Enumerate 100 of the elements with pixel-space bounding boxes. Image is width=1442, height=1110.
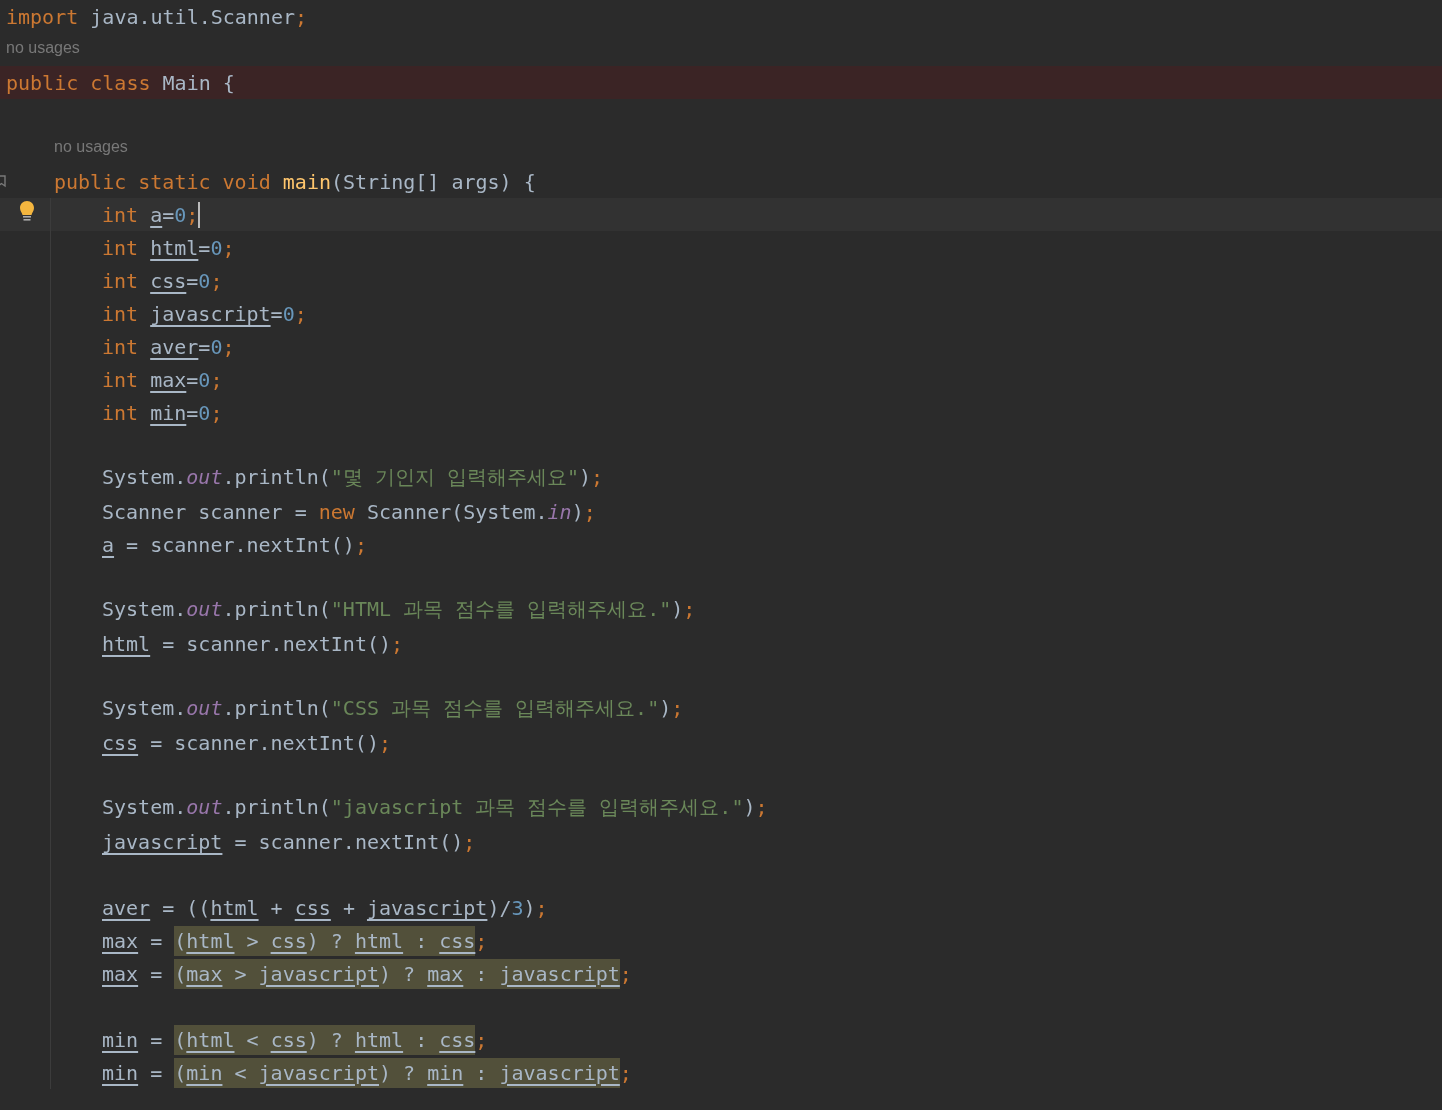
variable-name: max bbox=[186, 961, 223, 986]
semicolon: ; bbox=[186, 202, 199, 227]
semicolon: ; bbox=[222, 235, 235, 260]
code-keyword: int bbox=[102, 334, 139, 359]
code-keyword: int bbox=[102, 301, 139, 326]
variable-name: css bbox=[294, 895, 331, 920]
number-literal: 3 bbox=[511, 895, 524, 920]
code-text: .println( bbox=[222, 465, 331, 489]
semicolon: ; bbox=[210, 400, 223, 425]
semicolon: ; bbox=[619, 1060, 632, 1085]
field-name: out bbox=[186, 795, 223, 819]
semicolon: ; bbox=[671, 696, 684, 720]
code-text: = scanner.nextInt() bbox=[150, 730, 379, 755]
code-text: = bbox=[150, 1060, 163, 1085]
code-text: System. bbox=[102, 597, 187, 621]
semicolon: ; bbox=[463, 829, 476, 854]
variable-name: html bbox=[186, 928, 235, 953]
variable-name: javascript bbox=[366, 895, 488, 920]
code-text: = scanner.nextInt() bbox=[126, 532, 355, 557]
variable-name: javascript bbox=[499, 1060, 620, 1085]
variable-name: html bbox=[354, 928, 404, 953]
code-text: ) bbox=[571, 499, 584, 524]
semicolon: ; bbox=[475, 1027, 488, 1052]
number-literal: 0 bbox=[198, 367, 211, 392]
semicolon: ; bbox=[294, 301, 307, 326]
variable-name: min bbox=[427, 1060, 464, 1085]
code-text: ( bbox=[174, 961, 187, 986]
code-text: = bbox=[186, 367, 199, 392]
string-literal: "CSS 과목 점수를 입력해주세요." bbox=[330, 696, 660, 720]
code-text: ) bbox=[523, 895, 536, 920]
variable-name: max bbox=[150, 367, 187, 392]
variable-name: min bbox=[150, 400, 187, 425]
code-text: + bbox=[270, 895, 283, 920]
code-keyword: int bbox=[102, 268, 139, 293]
code-keyword: int bbox=[102, 202, 139, 227]
code-text: ) bbox=[671, 597, 684, 621]
variable-name: css bbox=[150, 268, 187, 293]
code-keyword: int bbox=[102, 367, 139, 392]
code-keyword: int bbox=[102, 400, 139, 425]
code-text: + bbox=[342, 895, 355, 920]
lightbulb-icon[interactable] bbox=[20, 201, 34, 223]
code-text: ) ? bbox=[306, 1027, 343, 1052]
variable-name: a bbox=[102, 532, 115, 557]
code-text: = bbox=[150, 961, 163, 986]
semicolon: ; bbox=[475, 928, 488, 953]
variable-name: min bbox=[102, 1027, 139, 1052]
code-keyword: public static void bbox=[54, 169, 271, 194]
semicolon: ; bbox=[354, 532, 367, 557]
code-text: = bbox=[150, 1027, 163, 1052]
variable-name: css bbox=[270, 1027, 307, 1052]
code-text: < bbox=[246, 1027, 259, 1052]
code-text: )/ bbox=[487, 895, 512, 920]
code-text: = bbox=[186, 268, 199, 293]
semicolon: ; bbox=[683, 597, 696, 621]
number-literal: 0 bbox=[174, 202, 187, 227]
gutter-marker-icon[interactable] bbox=[0, 175, 6, 189]
usages-hint: no usages bbox=[54, 138, 128, 155]
code-text: ) ? bbox=[306, 928, 343, 953]
semicolon: ; bbox=[210, 268, 223, 293]
code-keyword: import bbox=[6, 4, 79, 29]
code-text: ( bbox=[174, 1027, 187, 1052]
code-text: Scanner scanner = bbox=[102, 499, 307, 524]
code-text: = bbox=[186, 400, 199, 425]
code-text: = bbox=[198, 334, 211, 359]
string-literal: "HTML 과목 점수를 입력해주세요." bbox=[330, 597, 672, 621]
variable-name: css bbox=[102, 730, 139, 755]
variable-name: css bbox=[439, 1027, 476, 1052]
code-text: = bbox=[150, 928, 163, 953]
code-text: = bbox=[162, 202, 175, 227]
variable-name: javascript bbox=[258, 961, 379, 986]
code-text: ) bbox=[578, 465, 591, 489]
variable-name: javascript bbox=[258, 1060, 379, 1085]
code-text: = (( bbox=[162, 895, 211, 920]
method-name: main bbox=[282, 169, 331, 194]
variable-name: html bbox=[354, 1027, 404, 1052]
code-text: = scanner.nextInt() bbox=[162, 631, 391, 656]
variable-name: html bbox=[210, 895, 259, 920]
variable-name: css bbox=[439, 928, 476, 953]
field-name: in bbox=[547, 499, 572, 524]
number-literal: 0 bbox=[210, 334, 223, 359]
variable-name: a bbox=[150, 202, 163, 227]
usages-hint: no usages bbox=[6, 39, 80, 56]
code-text: ) ? bbox=[379, 961, 416, 986]
variable-name: aver bbox=[150, 334, 199, 359]
semicolon: ; bbox=[535, 895, 548, 920]
code-text: ) ? bbox=[379, 1060, 416, 1085]
code-keyword: int bbox=[102, 235, 139, 260]
field-name: out bbox=[186, 597, 223, 621]
variable-name: css bbox=[270, 928, 307, 953]
code-keyword: new bbox=[318, 499, 355, 524]
variable-name: javascript bbox=[499, 961, 620, 986]
variable-name: html bbox=[102, 631, 151, 656]
field-name: out bbox=[186, 696, 223, 720]
number-literal: 0 bbox=[282, 301, 295, 326]
number-literal: 0 bbox=[198, 268, 211, 293]
variable-name: javascript bbox=[102, 829, 223, 854]
variable-name: max bbox=[102, 961, 139, 986]
code-text: = scanner.nextInt() bbox=[234, 829, 464, 854]
semicolon: ; bbox=[391, 631, 404, 656]
code-text: = bbox=[270, 301, 283, 326]
